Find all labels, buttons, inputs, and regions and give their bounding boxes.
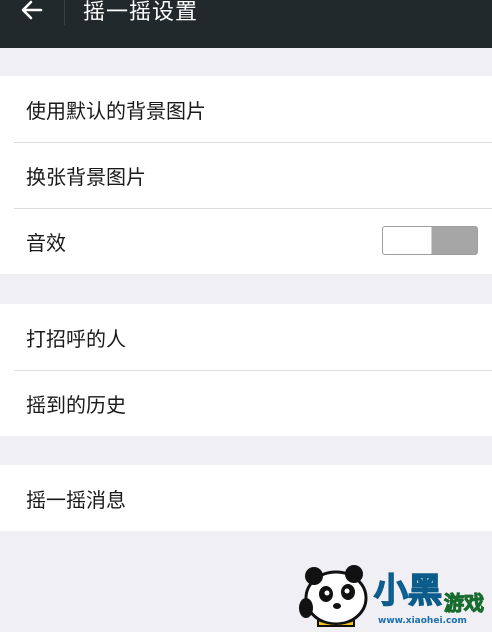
watermark-sub-text: 游戏	[444, 591, 484, 615]
row-label: 打招呼的人	[26, 326, 126, 351]
header-divider	[64, 0, 65, 25]
settings-group-messages: 摇一摇消息	[0, 465, 492, 531]
row-sound-effect: 音效	[0, 208, 492, 274]
sound-effect-toggle[interactable]	[382, 226, 478, 255]
row-label: 使用默认的背景图片	[26, 98, 206, 123]
row-shake-messages[interactable]: 摇一摇消息	[0, 465, 492, 531]
settings-group-background: 使用默认的背景图片 换张背景图片 音效	[0, 76, 492, 274]
row-change-background[interactable]: 换张背景图片	[0, 142, 492, 208]
row-label: 摇到的历史	[26, 392, 126, 417]
row-label: 换张背景图片	[26, 164, 146, 189]
row-label: 摇一摇消息	[26, 487, 126, 512]
row-default-background[interactable]: 使用默认的背景图片	[0, 76, 492, 142]
watermark-brand-text: 小黑	[374, 571, 442, 611]
row-label: 音效	[26, 230, 66, 255]
row-shake-history[interactable]: 摇到的历史	[0, 370, 492, 436]
toggle-knob	[383, 227, 432, 254]
top-bar: 摇一摇设置	[0, 0, 492, 48]
page-title: 摇一摇设置	[83, 0, 199, 25]
back-arrow-icon	[20, 0, 44, 22]
row-greeted-people[interactable]: 打招呼的人	[0, 304, 492, 370]
settings-group-people: 打招呼的人 摇到的历史	[0, 304, 492, 436]
watermark-url: www.xiaohei.com	[378, 616, 467, 626]
back-button[interactable]	[0, 0, 64, 34]
panda-mascot-icon	[299, 565, 368, 627]
watermark-logo: 小黑 游戏 www.xiaohei.com	[296, 560, 492, 628]
